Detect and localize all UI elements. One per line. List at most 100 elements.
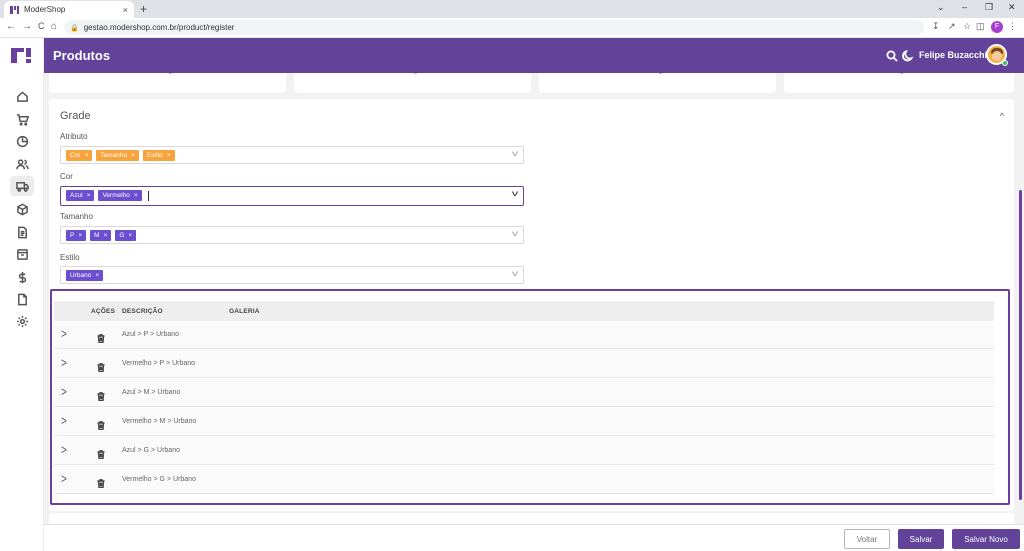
tag-label: Tamanho (100, 152, 128, 159)
collapse-chevron-icon[interactable]: ^ (1000, 111, 1004, 121)
sidebar-item-truck[interactable] (10, 176, 34, 196)
sidebar-item-box[interactable] (10, 199, 34, 219)
expand-chevron-icon[interactable]: > (61, 414, 67, 428)
tag-chip: P × (66, 230, 87, 241)
sidebar-item-home[interactable] (10, 86, 34, 106)
tag-label: Vermelho (102, 192, 130, 199)
bookmark-star-icon[interactable]: ☆ (963, 21, 971, 32)
tag-remove-icon[interactable]: × (87, 192, 91, 199)
expand-chevron-icon[interactable]: > (61, 385, 67, 399)
tag-remove-icon[interactable]: × (78, 232, 82, 239)
chevron-down-icon[interactable]: v (512, 189, 518, 198)
trash-icon[interactable] (97, 475, 105, 488)
tag-remove-icon[interactable]: × (95, 272, 99, 279)
expand-chevron-icon[interactable]: > (61, 356, 67, 370)
sidebar-item-document[interactable] (10, 222, 34, 242)
sidebar-item-file[interactable] (10, 289, 34, 309)
archive-icon (16, 248, 28, 260)
browser-menu-icon[interactable]: ⋮ (1008, 21, 1017, 32)
chevron-down-icon[interactable]: v (512, 229, 518, 238)
trash-icon[interactable] (97, 417, 105, 430)
field-label-estilo: Estilo (60, 253, 80, 262)
salvar-button[interactable]: Salvar (898, 529, 944, 549)
dark-mode-moon-icon[interactable] (902, 49, 914, 62)
tag-chip: G × (115, 230, 137, 241)
form-footer: Voltar Salvar Salvar Novo (44, 524, 1024, 551)
chevron-down-icon[interactable]: v (512, 269, 518, 278)
reload-button[interactable]: C (38, 21, 45, 31)
tag-remove-icon[interactable]: × (128, 232, 132, 239)
tag-remove-icon[interactable]: × (104, 232, 108, 239)
summary-card (539, 73, 776, 93)
select-estilo[interactable]: Urbano × v (60, 266, 524, 284)
share-icon[interactable]: ↗ (948, 21, 956, 32)
text-caret (147, 190, 149, 201)
tag-label: Estilo (146, 152, 163, 159)
sidebar-item-pie-chart[interactable] (10, 131, 34, 151)
variants-table-header: AÇÕES DESCRIÇÃO GALERIA (54, 301, 994, 321)
tag-chip: Vermelho × (98, 190, 142, 201)
tag-chip: Cor × (66, 150, 93, 161)
variant-description: Vermelho > P > Urbano (122, 360, 196, 367)
tag-remove-icon[interactable]: × (84, 152, 88, 159)
users-icon (15, 158, 29, 169)
expand-chevron-icon[interactable]: > (61, 327, 67, 341)
tab-search-icon[interactable]: ⌄ (937, 2, 945, 13)
file-icon (17, 293, 27, 305)
sidebar-item-archive[interactable] (10, 244, 34, 264)
select-atributo[interactable]: Cor × Tamanho × Estilo × v (60, 146, 524, 164)
tag-remove-icon[interactable]: × (167, 152, 171, 159)
page-scrollbar[interactable] (1019, 190, 1022, 500)
variant-description: Azul > M > Urbano (122, 389, 181, 396)
gear-icon (16, 315, 28, 327)
online-status-indicator (1002, 60, 1008, 66)
sidebar-item-cart[interactable] (10, 109, 34, 129)
download-icon[interactable]: ↧ (932, 21, 940, 32)
tag-chip: Azul × (66, 190, 95, 201)
forward-button[interactable]: → (22, 21, 32, 32)
page-title: Produtos (53, 48, 111, 63)
trash-icon[interactable] (97, 446, 105, 459)
user-name[interactable]: Felipe Buzacchi (919, 50, 987, 60)
trash-icon[interactable] (97, 388, 105, 401)
tag-chip: Urbano × (66, 270, 104, 281)
trash-icon[interactable] (97, 359, 105, 372)
field-label-atributo: Atributo (60, 132, 88, 141)
new-tab-button[interactable]: + (140, 2, 147, 16)
url-field[interactable]: 🔒 gestao.modershop.com.br/product/regist… (64, 20, 924, 35)
voltar-button[interactable]: Voltar (844, 529, 890, 549)
sidebar-item-dollar[interactable] (10, 267, 34, 287)
tab-close-icon[interactable]: × (123, 5, 128, 15)
minimize-button[interactable]: – (962, 2, 967, 12)
search-icon[interactable] (886, 49, 898, 62)
back-button[interactable]: ← (6, 21, 16, 32)
maximize-button[interactable]: ❐ (985, 2, 993, 13)
tag-remove-icon[interactable]: × (134, 192, 138, 199)
browser-tab-strip: ModerShop × + ⌄ – ❐ ✕ (0, 0, 1024, 18)
chevron-down-icon[interactable]: v (512, 149, 518, 158)
expand-chevron-icon[interactable]: > (61, 472, 67, 486)
column-descricao: DESCRIÇÃO (122, 308, 163, 315)
url-text: gestao.modershop.com.br/product/register (83, 23, 235, 32)
browser-tab[interactable]: ModerShop × (4, 1, 134, 18)
cart-icon (16, 113, 29, 126)
summary-card (294, 73, 531, 93)
main-content: Grade ^ Atributo Cor × Tamanho × Estilo × v Cor A… (44, 73, 1024, 551)
lock-icon: 🔒 (70, 24, 79, 32)
home-button[interactable]: ⌂ (51, 21, 57, 32)
salvar-novo-button[interactable]: Salvar Novo (952, 529, 1020, 549)
tab-title: ModerShop (24, 5, 66, 14)
tag-remove-icon[interactable]: × (131, 152, 135, 159)
trash-icon[interactable] (97, 330, 105, 343)
sidebar-item-gear[interactable] (10, 311, 34, 331)
browser-profile-avatar[interactable]: F (991, 21, 1003, 33)
variant-description: Azul > P > Urbano (122, 331, 180, 338)
select-tamanho[interactable]: P × M × G × v (60, 226, 524, 244)
close-window-button[interactable]: ✕ (1008, 2, 1016, 13)
column-galeria: GALERIA (229, 308, 260, 315)
sidepanel-icon[interactable]: ◫ (976, 21, 985, 32)
expand-chevron-icon[interactable]: > (61, 443, 67, 457)
sidebar-item-users[interactable] (10, 154, 34, 174)
select-cor[interactable]: Azul × Vermelho × v (60, 186, 524, 206)
tag-chip: Tamanho × (96, 150, 139, 161)
